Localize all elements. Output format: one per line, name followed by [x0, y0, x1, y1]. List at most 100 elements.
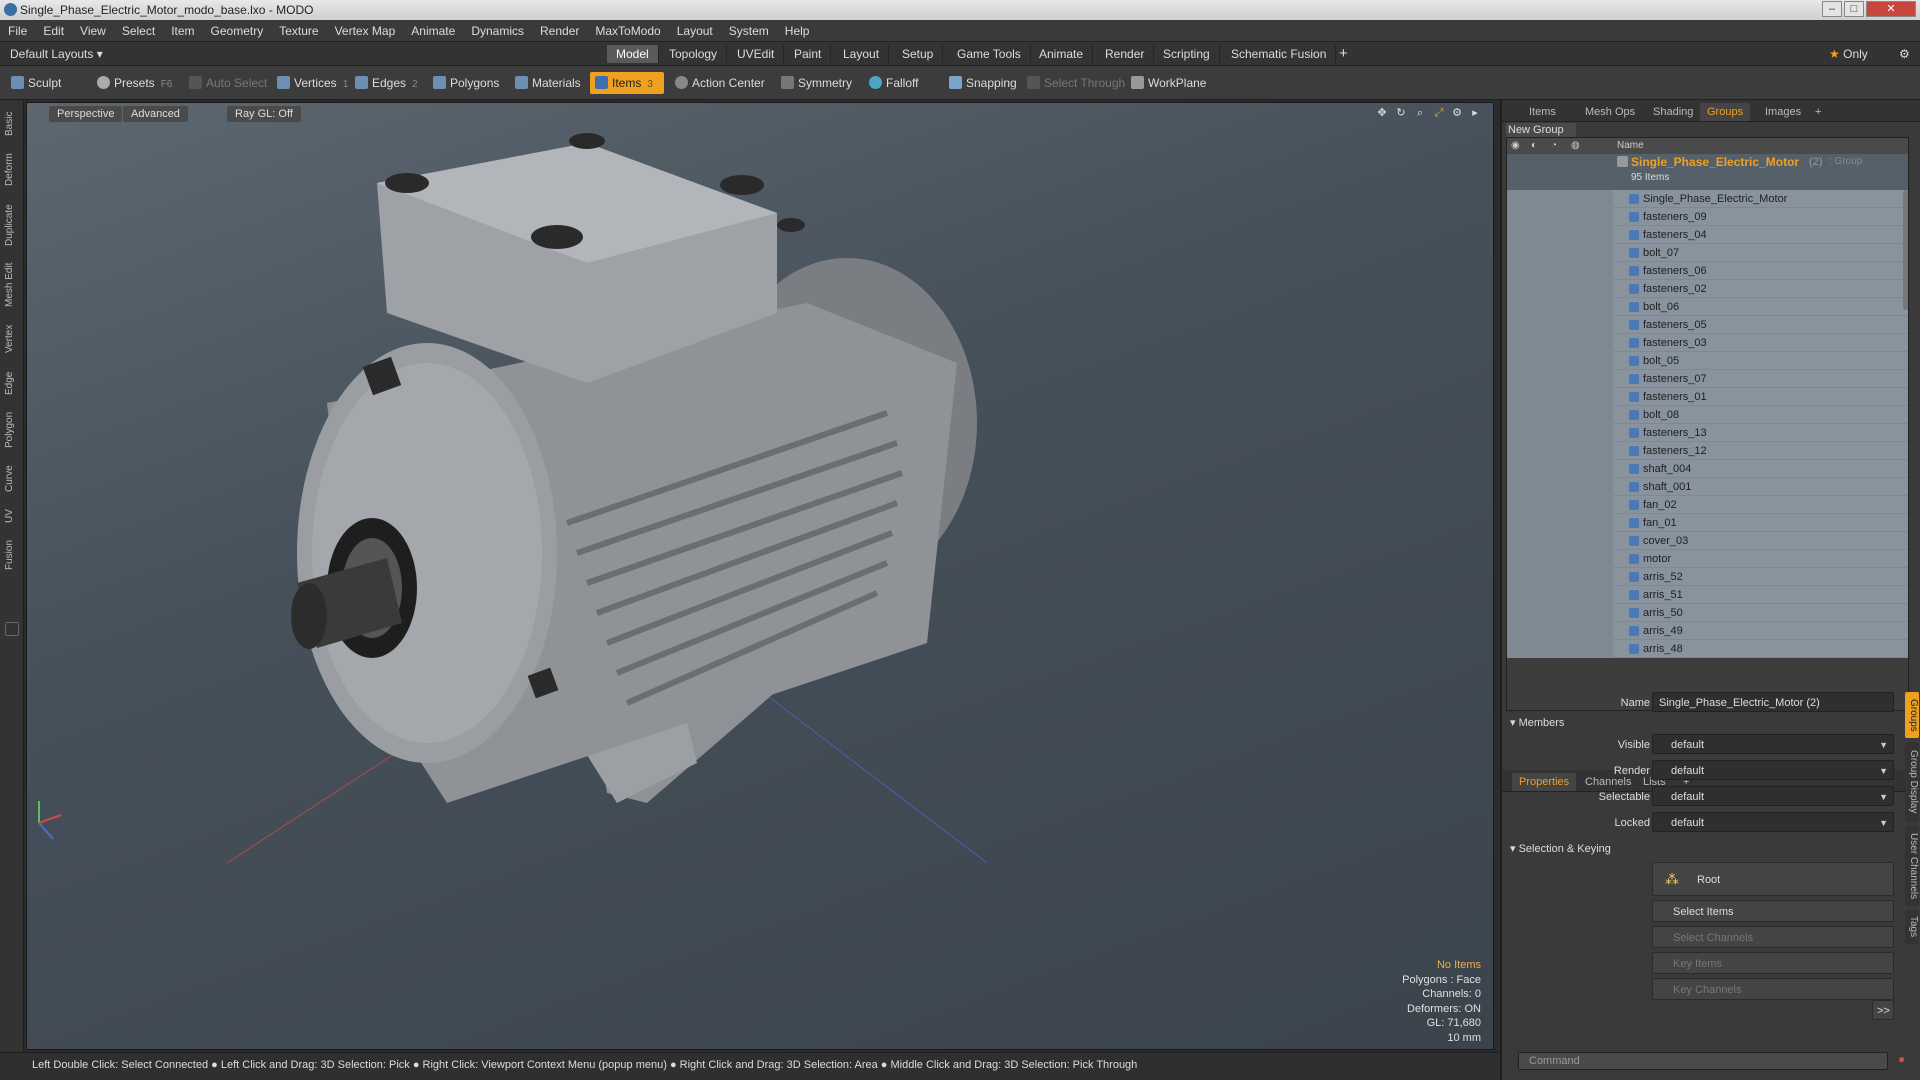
group-item-row[interactable]: shaft_004 [1507, 460, 1908, 478]
row-visibility-gutter[interactable] [1507, 334, 1613, 352]
falloff-button[interactable]: Falloff [864, 72, 924, 94]
only-toggle[interactable]: ★ Only [1820, 45, 1877, 63]
row-visibility-gutter[interactable] [1507, 478, 1613, 496]
menu-animate[interactable]: Animate [403, 20, 463, 42]
menu-dynamics[interactable]: Dynamics [463, 20, 532, 42]
group-item-row[interactable]: arris_50 [1507, 604, 1908, 622]
command-input[interactable]: Command [1518, 1052, 1888, 1070]
menu-edit[interactable]: Edit [35, 20, 72, 42]
group-item-row[interactable]: bolt_07 [1507, 244, 1908, 262]
render-select[interactable]: default ▼ [1652, 760, 1894, 780]
root-button[interactable]: ⁂ Root [1652, 862, 1894, 896]
vtab-uv[interactable]: UV [4, 504, 20, 528]
vtab-fusion[interactable]: Fusion [4, 534, 20, 576]
auto-select-button[interactable]: Auto Select [184, 72, 273, 94]
tab-shading[interactable]: Shading [1646, 103, 1700, 121]
items-button[interactable]: Items 3 [590, 72, 664, 94]
tab-groups[interactable]: Groups [1700, 103, 1751, 121]
new-group-button[interactable]: New Group [1506, 123, 1576, 137]
group-item-row[interactable]: fasteners_07 [1507, 370, 1908, 388]
row-visibility-gutter[interactable] [1507, 460, 1613, 478]
group-item-row[interactable]: fasteners_09 [1507, 208, 1908, 226]
tab-items[interactable]: Items [1522, 103, 1563, 121]
key-items-button[interactable]: Key Items [1652, 952, 1894, 974]
tab-layout[interactable]: Layout [834, 45, 890, 63]
group-item-row[interactable]: shaft_001 [1507, 478, 1908, 496]
row-visibility-gutter[interactable] [1507, 532, 1613, 550]
row-visibility-gutter[interactable] [1507, 190, 1613, 208]
vtab-duplicate[interactable]: Duplicate [4, 198, 20, 252]
row-visibility-gutter[interactable] [1507, 496, 1613, 514]
group-item-row[interactable]: fasteners_12 [1507, 442, 1908, 460]
menu-item[interactable]: Item [163, 20, 202, 42]
members-section[interactable]: ▾ Members [1510, 716, 1564, 729]
vertices-button[interactable]: Vertices 1 [272, 72, 354, 94]
tab-uvedit[interactable]: UVEdit [728, 45, 785, 63]
strip-toggle-button[interactable] [5, 622, 19, 636]
select-channels-button[interactable]: Select Channels [1652, 926, 1894, 948]
row-visibility-gutter[interactable] [1507, 316, 1613, 334]
row-visibility-gutter[interactable] [1507, 262, 1613, 280]
menu-vertex-map[interactable]: Vertex Map [327, 20, 404, 42]
action-center-button[interactable]: Action Center [670, 72, 771, 94]
vtab-basic[interactable]: Basic [4, 106, 20, 142]
selectable-select[interactable]: default ▼ [1652, 786, 1894, 806]
vtab-polygon[interactable]: Polygon [4, 406, 20, 454]
group-item-row[interactable]: fasteners_01 [1507, 388, 1908, 406]
tab-animate[interactable]: Animate [1030, 45, 1094, 63]
menu-layout[interactable]: Layout [669, 20, 721, 42]
selection-keying-section[interactable]: ▾ Selection & Keying [1510, 842, 1611, 855]
group-item-row[interactable]: arris_49 [1507, 622, 1908, 640]
menu-help[interactable]: Help [777, 20, 818, 42]
row-visibility-gutter[interactable] [1507, 622, 1613, 640]
group-item-row[interactable]: fasteners_13 [1507, 424, 1908, 442]
record-icon[interactable]: ● [1898, 1052, 1914, 1070]
sculpt-button[interactable]: Sculpt [6, 72, 67, 94]
group-item-row[interactable]: fasteners_03 [1507, 334, 1908, 352]
add-tab-button[interactable]: + [1330, 45, 1357, 63]
menu-render[interactable]: Render [532, 20, 587, 42]
menu-select[interactable]: Select [114, 20, 163, 42]
row-visibility-gutter[interactable] [1507, 244, 1613, 262]
group-item-row[interactable]: cover_03 [1507, 532, 1908, 550]
row-visibility-gutter[interactable] [1507, 226, 1613, 244]
tab-images[interactable]: Images [1758, 103, 1808, 121]
edges-button[interactable]: Edges 2 [350, 72, 424, 94]
settings-gear-icon[interactable]: ⚙ [1890, 45, 1919, 63]
group-item-row[interactable]: fasteners_05 [1507, 316, 1908, 334]
row-visibility-gutter[interactable] [1507, 442, 1613, 460]
polygons-button[interactable]: Polygons [428, 72, 505, 94]
menu-texture[interactable]: Texture [271, 20, 326, 42]
row-visibility-gutter[interactable] [1507, 370, 1613, 388]
row-visibility-gutter[interactable] [1507, 208, 1613, 226]
groups-scrollbar[interactable] [1903, 190, 1908, 310]
tab-schematic-fusion[interactable]: Schematic Fusion [1222, 45, 1337, 63]
vtab-deform[interactable]: Deform [4, 148, 20, 192]
row-visibility-gutter[interactable] [1507, 604, 1613, 622]
vtab-curve[interactable]: Curve [4, 460, 20, 498]
group-item-row[interactable]: fasteners_02 [1507, 280, 1908, 298]
snapping-button[interactable]: Snapping [944, 72, 1023, 94]
close-button[interactable]: ✕ [1866, 1, 1916, 17]
tab-mesh-ops[interactable]: Mesh Ops [1578, 103, 1642, 121]
vtab-vertex[interactable]: Vertex [4, 318, 20, 360]
locked-select[interactable]: default ▼ [1652, 812, 1894, 832]
menu-view[interactable]: View [72, 20, 114, 42]
key-channels-button[interactable]: Key Channels [1652, 978, 1894, 1000]
menu-geometry[interactable]: Geometry [203, 20, 272, 42]
more-button[interactable]: >> [1872, 1000, 1894, 1020]
name-field[interactable]: Single_Phase_Electric_Motor (2) [1652, 692, 1894, 712]
vtab-tags[interactable]: Tags [1905, 910, 1919, 944]
row-visibility-gutter[interactable] [1507, 406, 1613, 424]
row-visibility-gutter[interactable] [1507, 586, 1613, 604]
group-row[interactable]: Single_Phase_Electric_Motor (2) : Group … [1507, 154, 1908, 190]
vtab-mesh-edit[interactable]: Mesh Edit [4, 258, 20, 312]
group-item-row[interactable]: bolt_08 [1507, 406, 1908, 424]
row-visibility-gutter[interactable] [1507, 514, 1613, 532]
tab-topology[interactable]: Topology [660, 45, 728, 63]
presets-button[interactable]: Presets F6 [92, 72, 178, 94]
group-item-row[interactable]: bolt_06 [1507, 298, 1908, 316]
menu-system[interactable]: System [721, 20, 777, 42]
tab-game-tools[interactable]: Game Tools [948, 45, 1031, 63]
menu-maxtomodo[interactable]: MaxToModo [587, 20, 668, 42]
